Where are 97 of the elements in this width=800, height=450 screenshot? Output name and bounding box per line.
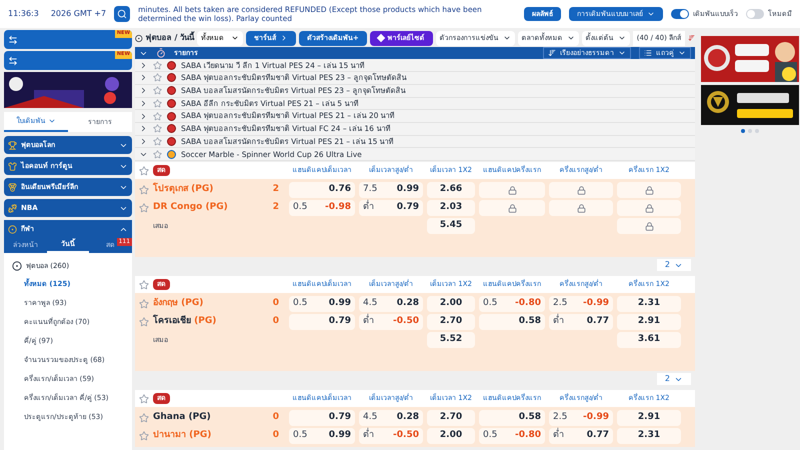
star-icon (153, 136, 162, 146)
chevron-down-icon (678, 49, 686, 57)
score: 2 (272, 183, 279, 196)
score: 0 (272, 429, 279, 442)
odds-button[interactable]: 2.00 (427, 428, 475, 444)
odds-button[interactable]: 3.61 (617, 332, 681, 348)
odds-button[interactable]: 5.45 (427, 218, 475, 234)
sport-icon (8, 162, 17, 170)
handicap-line: ต่ำ (553, 429, 564, 443)
team-name: Ghana (PG) (153, 411, 211, 424)
score: 0 (272, 315, 279, 328)
odds-button[interactable]: -0.98 (325, 201, 351, 215)
handicap-line: ต่ำ (553, 315, 564, 329)
star-icon (153, 150, 162, 159)
toggle-switch[interactable] (671, 9, 689, 19)
team-name: อังกฤษ (PG) (153, 297, 204, 310)
chevron-down-icon (647, 10, 655, 18)
odds-button[interactable]: -0.99 (583, 411, 609, 425)
handicap-line: 0.5 (483, 429, 498, 442)
handicap-line: ต่ำ (363, 201, 374, 215)
odds-button[interactable]: 2.70 (427, 314, 475, 330)
list-icon (644, 49, 652, 57)
handicap-line: 4.5 (363, 411, 378, 424)
lock-icon (644, 186, 654, 195)
lock-icon (644, 204, 654, 213)
clock: 11:36:3 (8, 8, 39, 20)
star-icon[interactable] (139, 299, 149, 310)
star-icon[interactable] (139, 185, 149, 196)
odds-button[interactable]: 0.99 (396, 183, 419, 197)
star-icon (153, 98, 162, 108)
team-name: ปานามา (PG) (153, 429, 212, 442)
star-icon[interactable] (139, 413, 149, 424)
score: 0 (272, 297, 279, 310)
handicap-line: 4.5 (363, 297, 378, 310)
odds-button[interactable]: 5.52 (427, 332, 475, 348)
odds-button[interactable]: 2.91 (617, 314, 681, 330)
toggle-switch[interactable] (746, 9, 764, 19)
odds-button[interactable]: -0.80 (515, 429, 541, 443)
star-icon[interactable] (139, 431, 149, 442)
lock-icon (644, 222, 654, 231)
odds-button[interactable]: 0.28 (396, 297, 419, 311)
handicap-line: 7.5 (363, 183, 378, 196)
handicap-line: 0.5 (483, 297, 498, 310)
search-icon (117, 9, 128, 19)
star-icon (153, 112, 162, 121)
star-icon (153, 86, 162, 96)
sort-icon[interactable] (688, 33, 695, 44)
more-markets-button[interactable]: 2 (656, 373, 691, 386)
star-icon[interactable] (139, 166, 149, 176)
star-icon (153, 60, 162, 70)
star-icon[interactable] (139, 317, 149, 328)
lock-icon (576, 186, 586, 195)
team-name: โครเอเชีย (PG) (153, 315, 216, 328)
handicap-line: 0.5 (293, 429, 308, 442)
search-button[interactable] (114, 6, 130, 22)
lock-icon (508, 204, 516, 213)
team-name: DR Congo (PG) (153, 201, 228, 214)
handicap-line: ต่ำ (363, 315, 374, 329)
chevron-down-icon (48, 117, 56, 125)
star-icon[interactable] (139, 203, 149, 214)
odds-button[interactable]: 2.31 (617, 296, 681, 312)
more-markets-button[interactable]: 2 (656, 259, 691, 272)
odds-button[interactable]: 0.99 (328, 297, 351, 311)
team-name: โปรตุเกส (PG) (153, 183, 214, 196)
odds-button[interactable]: 2.91 (617, 410, 681, 426)
lock-icon (508, 186, 516, 195)
sport-icon (8, 140, 17, 150)
clock-icon (156, 48, 166, 58)
odds-button[interactable]: 2.31 (617, 428, 681, 444)
odds-button[interactable]: 2.66 (427, 182, 475, 198)
sport-icon (8, 204, 17, 212)
swap-icon (8, 34, 18, 44)
handicap-line: 2.5 (553, 411, 568, 424)
handicap-line: 0.5 (293, 201, 308, 214)
odds-button[interactable]: 2.00 (427, 296, 475, 312)
sport-icon (8, 224, 17, 234)
timezone: 2026 GMT +7 (50, 8, 106, 20)
odds-button[interactable]: -0.99 (583, 297, 609, 311)
score: 0 (272, 411, 279, 424)
odds-button[interactable]: 2.70 (427, 410, 475, 426)
star-icon (153, 124, 162, 134)
star-icon[interactable] (139, 280, 149, 290)
handicap-line: 0.5 (293, 297, 308, 310)
star-icon (153, 73, 162, 82)
handicap-line: 2.5 (553, 297, 568, 310)
page-title: ฟุตบอล / วันนี้ (146, 32, 194, 44)
sport-icon (8, 182, 17, 192)
lock-icon (576, 204, 586, 213)
odds-button[interactable]: 0.28 (396, 411, 419, 425)
score: 2 (272, 201, 279, 214)
swap-icon (8, 56, 18, 66)
sort-icon (548, 49, 556, 57)
odds-button[interactable]: 0.99 (328, 429, 351, 443)
odds-button[interactable]: 2.03 (427, 200, 475, 216)
odds-button[interactable]: -0.80 (515, 297, 541, 311)
handicap-line: ต่ำ (363, 429, 374, 443)
star-icon[interactable] (139, 394, 149, 404)
